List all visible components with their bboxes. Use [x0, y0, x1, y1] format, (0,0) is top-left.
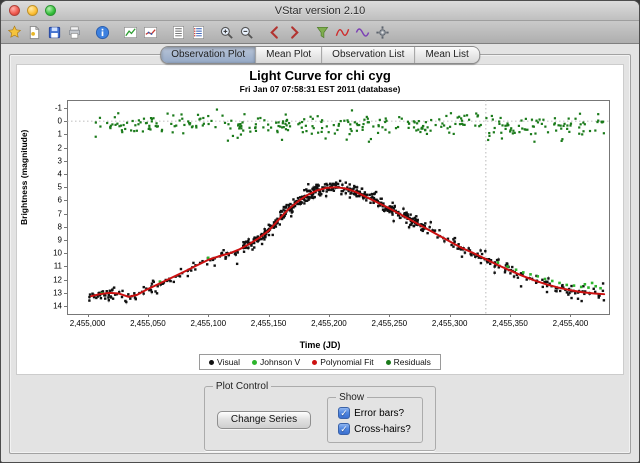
- chart-legend: Visual Johnson V Polynomial Fit Residual…: [199, 354, 441, 370]
- title-bar: VStar version 2.10: [1, 1, 639, 21]
- residuals-series-dot: [385, 359, 391, 365]
- observation-list-icon[interactable]: [169, 23, 188, 42]
- preferences-icon[interactable]: [373, 23, 392, 42]
- app-window: VStar version 2.10 Observation Plot Mean…: [0, 0, 640, 463]
- tab-mean-list[interactable]: Mean List: [415, 47, 479, 63]
- minimize-button[interactable]: [27, 5, 38, 16]
- legend-item-visual: Visual: [209, 357, 240, 367]
- traffic-lights: [9, 5, 56, 16]
- light-curve-chart: Light Curve for chi cyg Fri Jan 07 07:58…: [16, 64, 624, 375]
- phase-plot-icon[interactable]: [353, 23, 372, 42]
- plot-area-wrapper: Brightness (magnitude): [19, 96, 621, 340]
- filter-icon[interactable]: [313, 23, 332, 42]
- zoom-in-icon[interactable]: [217, 23, 236, 42]
- zoom-out-icon[interactable]: [237, 23, 256, 42]
- pan-left-icon[interactable]: [265, 23, 284, 42]
- change-series-button[interactable]: Change Series: [216, 411, 312, 429]
- legend-item-polynomial-fit: Polynomial Fit: [312, 357, 374, 367]
- main-content: Observation Plot Mean Plot Observation L…: [1, 45, 639, 462]
- save-icon[interactable]: [45, 23, 64, 42]
- tab-bar: Observation Plot Mean Plot Observation L…: [160, 46, 480, 64]
- polynomial-fit-series-dot: [312, 359, 318, 365]
- legend-item-johnson-v: Johnson V: [252, 357, 300, 367]
- observation-plot-panel: Light Curve for chi cyg Fri Jan 07 07:58…: [9, 54, 631, 454]
- polynomial-fit-icon[interactable]: [333, 23, 352, 42]
- cross-hairs-row: ✓ Cross-hairs?: [338, 423, 412, 435]
- tab-observation-list[interactable]: Observation List: [322, 47, 416, 63]
- johnson-v-series-dot: [252, 359, 258, 365]
- close-button[interactable]: [9, 5, 20, 16]
- print-icon[interactable]: [65, 23, 84, 42]
- plot-control-group: Plot Control Change Series Show ✓ Error …: [203, 381, 437, 451]
- legend-label: Visual: [217, 357, 241, 367]
- show-group: Show ✓ Error bars? ✓ Cross-hairs?: [327, 392, 424, 443]
- tab-observation-plot[interactable]: Observation Plot: [161, 47, 257, 63]
- plot-control-title: Plot Control: [212, 381, 272, 392]
- info-icon[interactable]: [93, 23, 112, 42]
- error-bars-checkbox[interactable]: ✓: [338, 407, 351, 419]
- cross-hairs-label: Cross-hairs?: [354, 423, 411, 435]
- chart-title: Light Curve for chi cyg: [249, 68, 391, 83]
- legend-item-residuals: Residuals: [385, 357, 431, 367]
- tab-mean-plot[interactable]: Mean Plot: [256, 47, 323, 63]
- mean-plot-icon[interactable]: [141, 23, 160, 42]
- pan-right-icon[interactable]: [285, 23, 304, 42]
- light-curve-canvas[interactable]: [31, 96, 617, 340]
- window-title: VStar version 2.10: [274, 4, 366, 17]
- legend-label: Johnson V: [260, 357, 301, 367]
- x-axis-label: Time (JD): [299, 340, 341, 350]
- legend-label: Residuals: [393, 357, 431, 367]
- cross-hairs-checkbox[interactable]: ✓: [338, 423, 351, 435]
- show-group-title: Show: [336, 392, 368, 403]
- new-star-from-file-icon[interactable]: [25, 23, 44, 42]
- zoom-window-button[interactable]: [45, 5, 56, 16]
- observation-plot-icon[interactable]: [121, 23, 140, 42]
- error-bars-label: Error bars?: [354, 407, 405, 419]
- y-axis-label: Brightness (magnitude): [19, 129, 29, 225]
- legend-label: Polynomial Fit: [320, 357, 374, 367]
- toolbar: [1, 21, 639, 44]
- new-star-from-database-icon[interactable]: [5, 23, 24, 42]
- error-bars-row: ✓ Error bars?: [338, 407, 412, 419]
- visual-series-dot: [209, 359, 215, 365]
- chart-subtitle: Fri Jan 07 07:58:31 EST 2011 (database): [239, 84, 401, 94]
- mean-list-icon[interactable]: [189, 23, 208, 42]
